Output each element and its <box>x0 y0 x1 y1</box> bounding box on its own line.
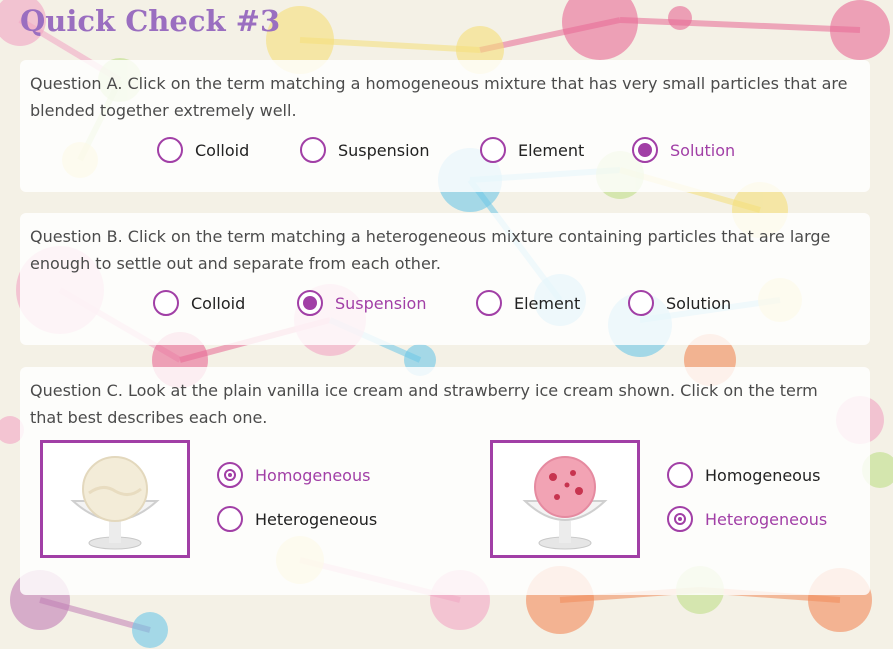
question-c-panel: Question C. Look at the plain vanilla ic… <box>20 367 870 595</box>
radio-selected-icon[interactable] <box>667 506 693 532</box>
radio-icon[interactable] <box>628 290 654 316</box>
question-b-option-solution[interactable]: Solution <box>628 288 731 318</box>
radio-icon[interactable] <box>476 290 502 316</box>
vanilla-option-heterogeneous[interactable]: Heterogeneous <box>217 504 377 534</box>
strawberry-option-heterogeneous[interactable]: Heterogeneous <box>667 504 827 534</box>
option-label: Suspension <box>338 140 430 160</box>
question-a-option-element[interactable]: Element <box>480 135 584 165</box>
option-label: Suspension <box>335 293 427 313</box>
strawberry-ice-cream-image <box>490 440 640 558</box>
question-b-panel: Question B. Click on the term matching a… <box>20 213 870 345</box>
option-label: Element <box>518 140 585 160</box>
radio-selected-icon[interactable] <box>297 290 323 316</box>
vanilla-ice-cream-icon <box>70 456 160 550</box>
vanilla-option-homogeneous[interactable]: Homogeneous <box>217 460 370 490</box>
vanilla-ice-cream-image <box>40 440 190 558</box>
question-a-panel: Question A. Click on the term matching a… <box>20 60 870 192</box>
option-label: Homogeneous <box>255 465 371 485</box>
option-label: Solution <box>670 140 736 160</box>
radio-icon[interactable] <box>480 137 506 163</box>
question-a-option-suspension[interactable]: Suspension <box>300 135 429 165</box>
option-label: Colloid <box>195 140 250 160</box>
option-label: Element <box>514 293 581 313</box>
option-label: Solution <box>666 293 732 313</box>
option-label: Heterogeneous <box>255 509 378 529</box>
question-b-option-suspension[interactable]: Suspension <box>297 288 426 318</box>
strawberry-ice-cream-icon <box>522 456 608 550</box>
radio-icon[interactable] <box>217 506 243 532</box>
radio-icon[interactable] <box>300 137 326 163</box>
radio-icon[interactable] <box>157 137 183 163</box>
question-b-option-colloid[interactable]: Colloid <box>153 288 245 318</box>
radio-icon[interactable] <box>667 462 693 488</box>
radio-icon[interactable] <box>153 290 179 316</box>
question-b-text: Question B. Click on the term matching a… <box>30 227 831 273</box>
question-b-option-element[interactable]: Element <box>476 288 580 318</box>
radio-selected-icon[interactable] <box>632 137 658 163</box>
page-title: Quick Check #3 <box>20 4 281 38</box>
question-a-text: Question A. Click on the term matching a… <box>30 74 848 120</box>
question-a-option-solution[interactable]: Solution <box>632 135 735 165</box>
question-a-option-colloid[interactable]: Colloid <box>157 135 249 165</box>
option-label: Colloid <box>191 293 246 313</box>
radio-selected-icon[interactable] <box>217 462 243 488</box>
question-c-text: Question C. Look at the plain vanilla ic… <box>30 381 818 427</box>
option-label: Homogeneous <box>705 465 821 485</box>
strawberry-option-homogeneous[interactable]: Homogeneous <box>667 460 820 490</box>
option-label: Heterogeneous <box>705 509 828 529</box>
